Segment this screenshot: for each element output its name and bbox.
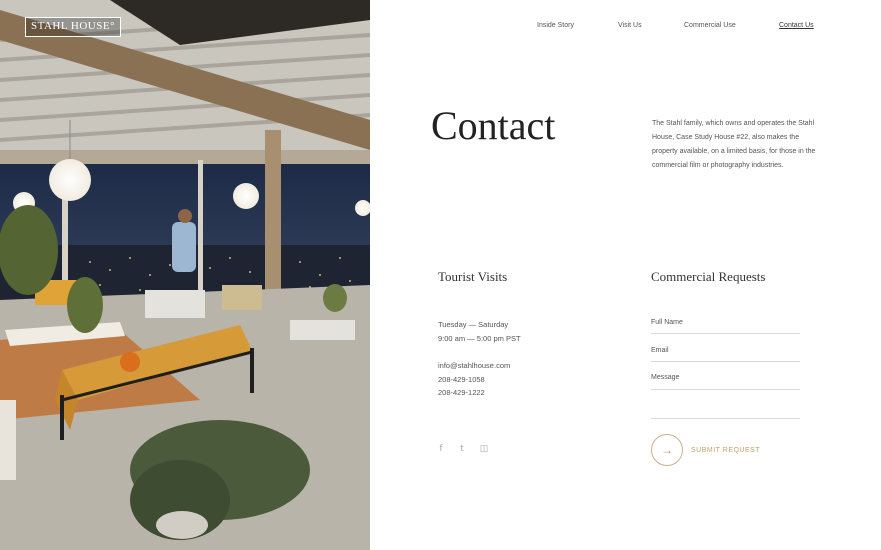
submit-request-button[interactable]: → SUBMIT REQUEST [651, 434, 760, 466]
intro-text: The Stahl family, which owns and operate… [652, 120, 816, 169]
contact-email-link[interactable]: info@stahlhouse.com [438, 361, 510, 370]
instagram-icon[interactable]: ◫ [478, 444, 490, 454]
full-name-field[interactable]: Full Name [651, 319, 800, 334]
visit-hours: 9:00 am — 5:00 pm PST [438, 334, 521, 343]
stahl-house-logo[interactable]: STAHL HOUSE° [25, 17, 121, 37]
tourist-visits-heading: Tourist Visits [438, 269, 508, 284]
nav-link-inside-story[interactable]: Inside Story [537, 22, 574, 29]
submit-request-label: SUBMIT REQUEST [691, 446, 761, 454]
facebook-icon[interactable]: f [435, 444, 447, 454]
page-title: Contact [431, 103, 556, 148]
stahl-house-illustration [0, 0, 370, 550]
message-field-divider [651, 374, 800, 390]
nav-link-commercial-use[interactable]: Commercial Use [684, 22, 736, 29]
visit-days: Tuesday — Saturday [438, 320, 509, 329]
twitter-icon[interactable]: t [456, 444, 468, 454]
nav-link-visit-us[interactable]: Visit Us [618, 22, 642, 29]
contact-phone-1[interactable]: 208-429-1058 [438, 375, 485, 384]
email-label: Email [651, 347, 669, 354]
full-name-label: Full Name [651, 319, 683, 326]
hero-photo: STAHL HOUSE° [0, 0, 370, 550]
contact-phone-2[interactable]: 208-429-1222 [438, 388, 485, 397]
arrow-right-icon: → [651, 434, 683, 466]
email-field[interactable]: Email [651, 347, 800, 362]
commercial-requests-heading: Commercial Requests [651, 269, 766, 284]
nav-link-contact-us[interactable]: Contact Us [779, 22, 814, 29]
